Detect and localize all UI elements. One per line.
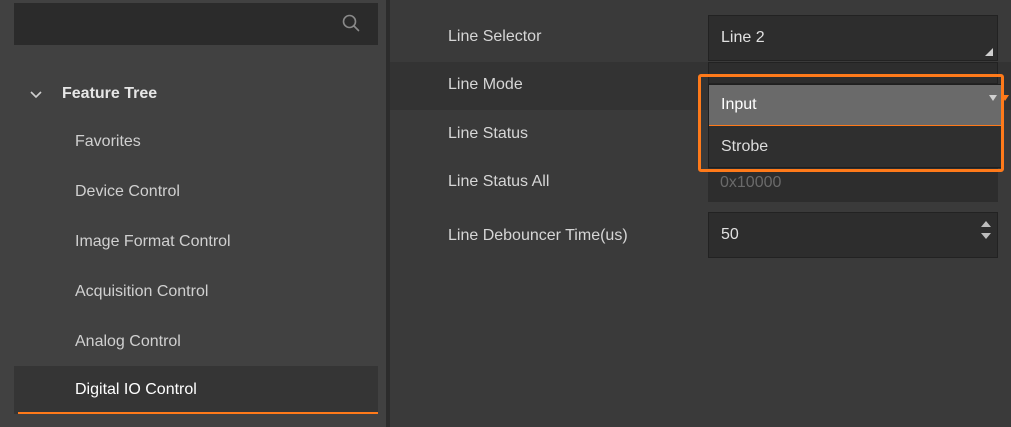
line-debouncer-time-label: Line Debouncer Time(us)	[448, 227, 628, 244]
line-mode-label: Line Mode	[448, 76, 523, 93]
tree-item-analog-control[interactable]: Analog Control	[14, 318, 378, 366]
line-status-all-label: Line Status All	[448, 173, 550, 190]
tree-item-label: Digital IO Control	[75, 381, 197, 398]
tree-item-digital-io-control[interactable]: Digital IO Control	[14, 366, 378, 414]
tree-item-label: Analog Control	[75, 333, 181, 350]
feature-tree-title: Feature Tree	[62, 85, 158, 102]
orange-arrow-icon	[1001, 95, 1009, 101]
highlight-box	[698, 74, 1004, 172]
dropdown-corner-icon	[985, 48, 993, 56]
tree-item-image-format-control[interactable]: Image Format Control	[14, 218, 378, 266]
tree-item-label: Device Control	[75, 183, 180, 200]
tree-item-device-control[interactable]: Device Control	[14, 168, 378, 216]
tree-item-label: Image Format Control	[75, 233, 231, 250]
chevron-down-icon[interactable]	[28, 86, 44, 102]
line-status-all-value: 0x10000	[720, 174, 782, 191]
active-item-underline	[18, 412, 378, 414]
tree-item-favorites[interactable]: Favorites	[14, 118, 378, 166]
spin-down-icon[interactable]	[981, 233, 991, 239]
feature-tree-header[interactable]: Feature Tree	[14, 70, 378, 118]
line-debouncer-time-value: 50	[721, 226, 739, 243]
line-debouncer-time-input[interactable]: 50	[708, 212, 998, 258]
tree-item-acquisition-control[interactable]: Acquisition Control	[14, 268, 378, 316]
line-selector-label: Line Selector	[448, 28, 542, 45]
line-status-label: Line Status	[448, 125, 529, 142]
spin-up-icon[interactable]	[981, 221, 991, 227]
search-icon[interactable]	[342, 14, 360, 32]
line-selector-dropdown[interactable]: Line 2	[708, 15, 998, 61]
search-input[interactable]	[14, 3, 378, 45]
tree-item-label: Favorites	[75, 133, 141, 150]
line-selector-value: Line 2	[721, 29, 765, 46]
spinner-icon[interactable]	[981, 221, 991, 249]
tree-item-label: Acquisition Control	[75, 283, 209, 300]
properties-panel: Line Selector Line 2 Line Mode Line Stat…	[390, 0, 1011, 427]
feature-tree-panel: Feature Tree Favorites Device Control Im…	[0, 0, 386, 427]
